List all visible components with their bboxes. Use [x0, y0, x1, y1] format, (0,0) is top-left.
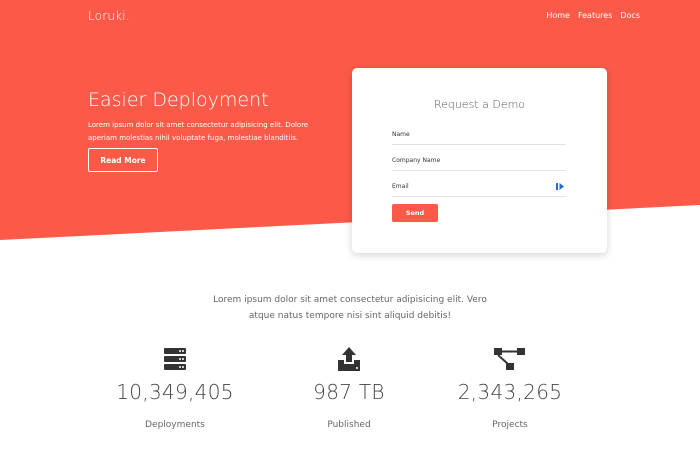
nav-link-docs[interactable]: Docs — [620, 11, 640, 20]
nav-links: Home Features Docs — [546, 11, 640, 20]
name-field[interactable]: Name — [392, 131, 566, 145]
email-field[interactable]: Email — [392, 183, 566, 197]
stat-deployments: 10,349,405 Deployments — [90, 346, 260, 430]
stat-value: 10,349,405 — [116, 380, 234, 404]
stat-published: 987 TB Published — [264, 346, 434, 430]
nav-link-features[interactable]: Features — [578, 11, 612, 20]
hero-title: Easier Deployment — [88, 89, 269, 111]
intro-text: Lorem ipsum dolor sit amet consectetur a… — [200, 292, 500, 324]
project-diagram-icon — [494, 348, 525, 370]
email-field-label: Email — [392, 183, 409, 190]
name-field-label: Name — [392, 131, 410, 138]
intro-line-1: Lorem ipsum dolor sit amet consectetur a… — [213, 295, 487, 305]
server-icon — [164, 348, 186, 370]
demo-form-card: Request a Demo Name Company Name Email S… — [352, 68, 607, 253]
nav-link-home[interactable]: Home — [546, 11, 570, 20]
stat-projects: 2,343,265 Projects — [425, 346, 595, 430]
stat-label: Deployments — [145, 420, 205, 430]
hero-text: Lorem ipsum dolor sit amet consectetur a… — [88, 121, 309, 142]
stat-value: 2,343,265 — [457, 380, 563, 404]
autofill-icon[interactable] — [556, 182, 566, 191]
stat-label: Published — [327, 420, 371, 430]
stat-label: Projects — [492, 420, 528, 430]
send-button[interactable]: Send — [392, 204, 438, 222]
demo-form-title: Request a Demo — [433, 98, 526, 111]
navbar: Loruki. Home Features Docs — [0, 0, 700, 32]
brand-logo[interactable]: Loruki. — [88, 9, 130, 23]
intro-line-2: atque natus tempore nisi sint aliquid de… — [248, 311, 452, 321]
stat-value: 987 TB — [313, 380, 385, 404]
read-more-button[interactable]: Read More — [88, 148, 158, 172]
company-name-field[interactable]: Company Name — [392, 157, 566, 171]
company-name-field-label: Company Name — [392, 157, 441, 164]
upload-icon — [338, 347, 360, 371]
